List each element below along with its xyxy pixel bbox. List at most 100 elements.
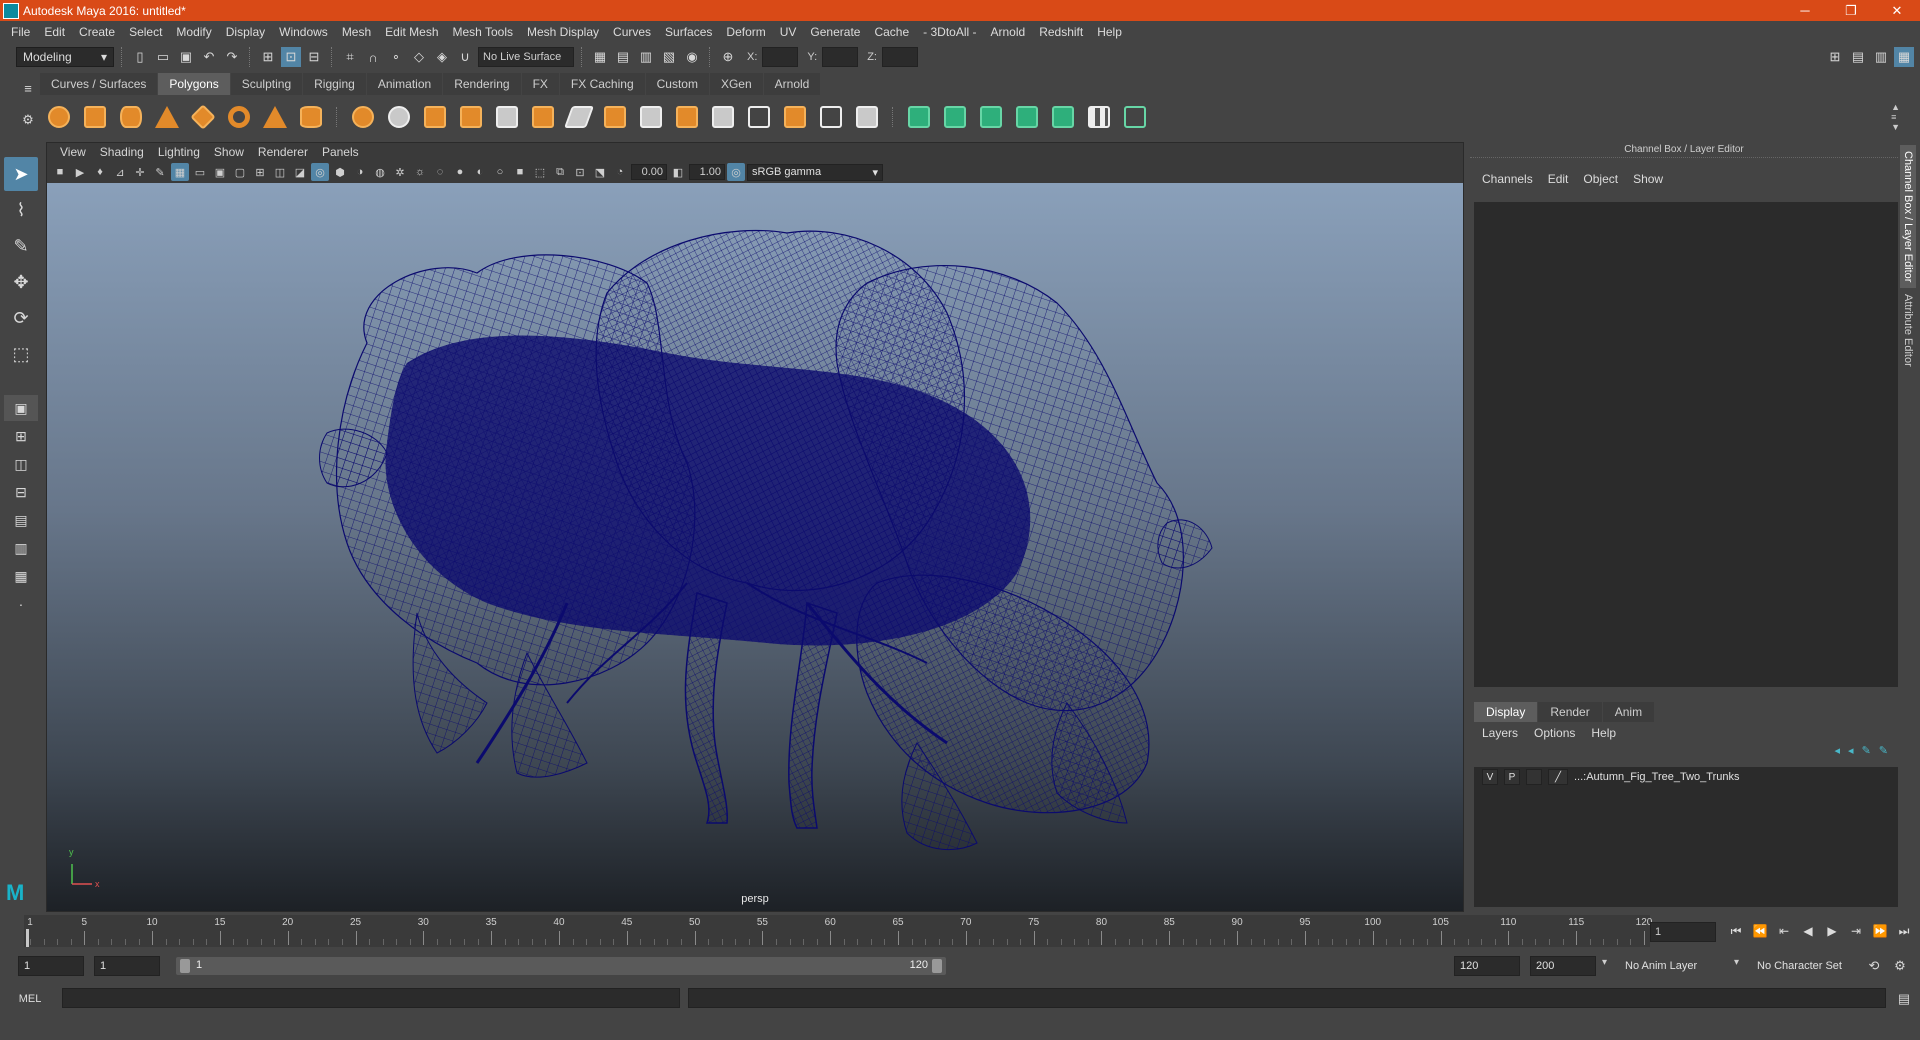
tab-arnold[interactable]: Arnold: [763, 73, 821, 95]
poly-plane-icon[interactable]: [188, 102, 218, 132]
scroll-down-icon[interactable]: ▼: [1891, 122, 1900, 132]
poly-sphere-icon[interactable]: [44, 102, 74, 132]
menu-layers[interactable]: Layers: [1482, 726, 1518, 740]
play-backwards-icon[interactable]: ◀: [1798, 920, 1818, 942]
tab-custom[interactable]: Custom: [645, 73, 709, 95]
preferences-icon[interactable]: ⚙: [1890, 956, 1910, 976]
insert-edge-loop-icon[interactable]: [600, 102, 630, 132]
camera-attributes-icon[interactable]: ▶: [71, 163, 89, 181]
2d-pan-zoom-icon[interactable]: ✛: [131, 163, 149, 181]
xray-joints-icon[interactable]: ✲: [391, 163, 409, 181]
hypershade-layout-icon[interactable]: ▥: [4, 535, 38, 561]
gate-mask-icon[interactable]: ▢: [231, 163, 249, 181]
uv-editor-icon[interactable]: [904, 102, 934, 132]
menu-channel-edit[interactable]: Edit: [1542, 172, 1578, 188]
range-end-handle[interactable]: [932, 959, 942, 973]
character-set-dropdown[interactable]: No Character Set: [1752, 956, 1862, 976]
menu-mesh[interactable]: Mesh: [335, 25, 378, 39]
menu-windows[interactable]: Windows: [272, 25, 335, 39]
cylindrical-map-icon[interactable]: [976, 102, 1006, 132]
bevel-icon[interactable]: [492, 102, 522, 132]
menu-mesh-tools[interactable]: Mesh Tools: [446, 25, 520, 39]
poly-cone-icon[interactable]: [152, 102, 182, 132]
go-to-start-icon[interactable]: ⏮: [1726, 920, 1746, 942]
camera-sequencer-icon[interactable]: ⧉: [551, 163, 569, 181]
hypershade-icon[interactable]: ◉: [682, 47, 702, 67]
range-start-handle[interactable]: [180, 959, 190, 973]
tab-rendering[interactable]: Rendering: [443, 73, 521, 95]
fill-hole-icon[interactable]: [708, 102, 738, 132]
poke-icon[interactable]: [852, 102, 882, 132]
scroll-up-icon[interactable]: ▲: [1891, 102, 1900, 112]
tab-xgen[interactable]: XGen: [709, 73, 763, 95]
side-tab-channel-box[interactable]: Channel Box / Layer Editor: [1900, 145, 1916, 289]
automatic-map-icon[interactable]: [1048, 102, 1078, 132]
time-slider[interactable]: 1 5 10 15 20 25 30 35 40 45 50 55 60 65 70 75 80 85 90 95 1…: [24, 915, 1652, 947]
shelf-settings-icon[interactable]: ⚙: [18, 110, 38, 130]
open-scene-icon[interactable]: ▭: [153, 47, 173, 67]
select-objects-icon[interactable]: ⊡: [281, 47, 301, 67]
live-surface-field[interactable]: No Live Surface: [478, 47, 574, 67]
poly-cube-icon[interactable]: [80, 102, 110, 132]
multi-cut-icon[interactable]: [563, 102, 595, 132]
tab-animation[interactable]: Animation: [366, 73, 443, 95]
safe-title-icon[interactable]: ◪: [291, 163, 309, 181]
undo-icon[interactable]: ↶: [199, 47, 219, 67]
menu-surfaces[interactable]: Surfaces: [658, 25, 719, 39]
outliner-toggle-icon[interactable]: ·: [4, 591, 38, 617]
uv-tools-icon[interactable]: [1120, 102, 1150, 132]
color-management-icon[interactable]: ◎: [727, 163, 745, 181]
layer-playback-toggle[interactable]: P: [1504, 769, 1520, 785]
merge-icon[interactable]: [780, 102, 810, 132]
target-weld-icon[interactable]: [816, 102, 846, 132]
menu-panels[interactable]: Panels: [315, 145, 366, 159]
viewport-3d[interactable]: y x persp: [47, 183, 1463, 911]
current-frame-field[interactable]: 1: [1650, 922, 1716, 942]
safe-action-icon[interactable]: ◫: [271, 163, 289, 181]
exposure-field[interactable]: 0.00: [631, 164, 667, 180]
rotate-tool-icon[interactable]: ⟳: [4, 301, 38, 335]
layer-row[interactable]: V P ╱ ...:Autumn_Fig_Tree_Two_Trunks: [1474, 767, 1898, 787]
gamma-icon[interactable]: ◧: [669, 163, 687, 181]
menu-help[interactable]: Help: [1090, 25, 1129, 39]
input-mode-icon[interactable]: ⊕: [718, 47, 738, 67]
layer-display-type-toggle[interactable]: [1526, 769, 1542, 785]
menu-generate[interactable]: Generate: [803, 25, 867, 39]
paint-select-icon[interactable]: ✎: [4, 229, 38, 263]
render-settings-icon[interactable]: ▧: [659, 47, 679, 67]
step-back-key-icon[interactable]: ⇤: [1774, 920, 1794, 942]
shelf-menu-icon[interactable]: ≡: [18, 78, 38, 98]
lasso-select-icon[interactable]: ⌇: [4, 193, 38, 227]
menu-curves[interactable]: Curves: [606, 25, 658, 39]
select-hierarchy-icon[interactable]: ⊞: [258, 47, 278, 67]
bridge-icon[interactable]: [672, 102, 702, 132]
menu-edit[interactable]: Edit: [37, 25, 72, 39]
anti-aliasing-icon[interactable]: ○: [491, 163, 509, 181]
move-tool-icon[interactable]: ✥: [4, 265, 38, 299]
shelf-scroll-menu-icon[interactable]: ≡: [1891, 112, 1900, 122]
custom-layout-icon[interactable]: ▦: [4, 563, 38, 589]
exposure-icon[interactable]: ◔: [611, 163, 629, 181]
menu-mesh-display[interactable]: Mesh Display: [520, 25, 606, 39]
motion-blur-icon[interactable]: ◐: [471, 163, 489, 181]
spherical-map-icon[interactable]: [1012, 102, 1042, 132]
scale-tool-icon[interactable]: ⬚: [4, 337, 38, 371]
menu-deform[interactable]: Deform: [719, 25, 772, 39]
playback-end-field[interactable]: 120: [1454, 956, 1520, 976]
poly-torus-icon[interactable]: [224, 102, 254, 132]
tab-fx[interactable]: FX: [521, 73, 559, 95]
tab-fx-caching[interactable]: FX Caching: [559, 73, 645, 95]
shadows-icon[interactable]: ◌: [431, 163, 449, 181]
close-button[interactable]: ✕: [1874, 0, 1920, 21]
depth-of-field-icon[interactable]: ■: [511, 163, 529, 181]
menu-view[interactable]: View: [53, 145, 93, 159]
hud-icon[interactable]: ⊡: [571, 163, 589, 181]
combine-icon[interactable]: [348, 102, 378, 132]
smooth-shade-icon[interactable]: ⬢: [331, 163, 349, 181]
checker-icon[interactable]: [1084, 102, 1114, 132]
gamma-field[interactable]: 1.00: [689, 164, 725, 180]
resolution-gate-icon[interactable]: ▣: [211, 163, 229, 181]
modeling-toolkit-icon[interactable]: ⊞: [1825, 47, 1845, 67]
menu-layer-help[interactable]: Help: [1591, 726, 1616, 740]
z-input[interactable]: [881, 47, 918, 67]
